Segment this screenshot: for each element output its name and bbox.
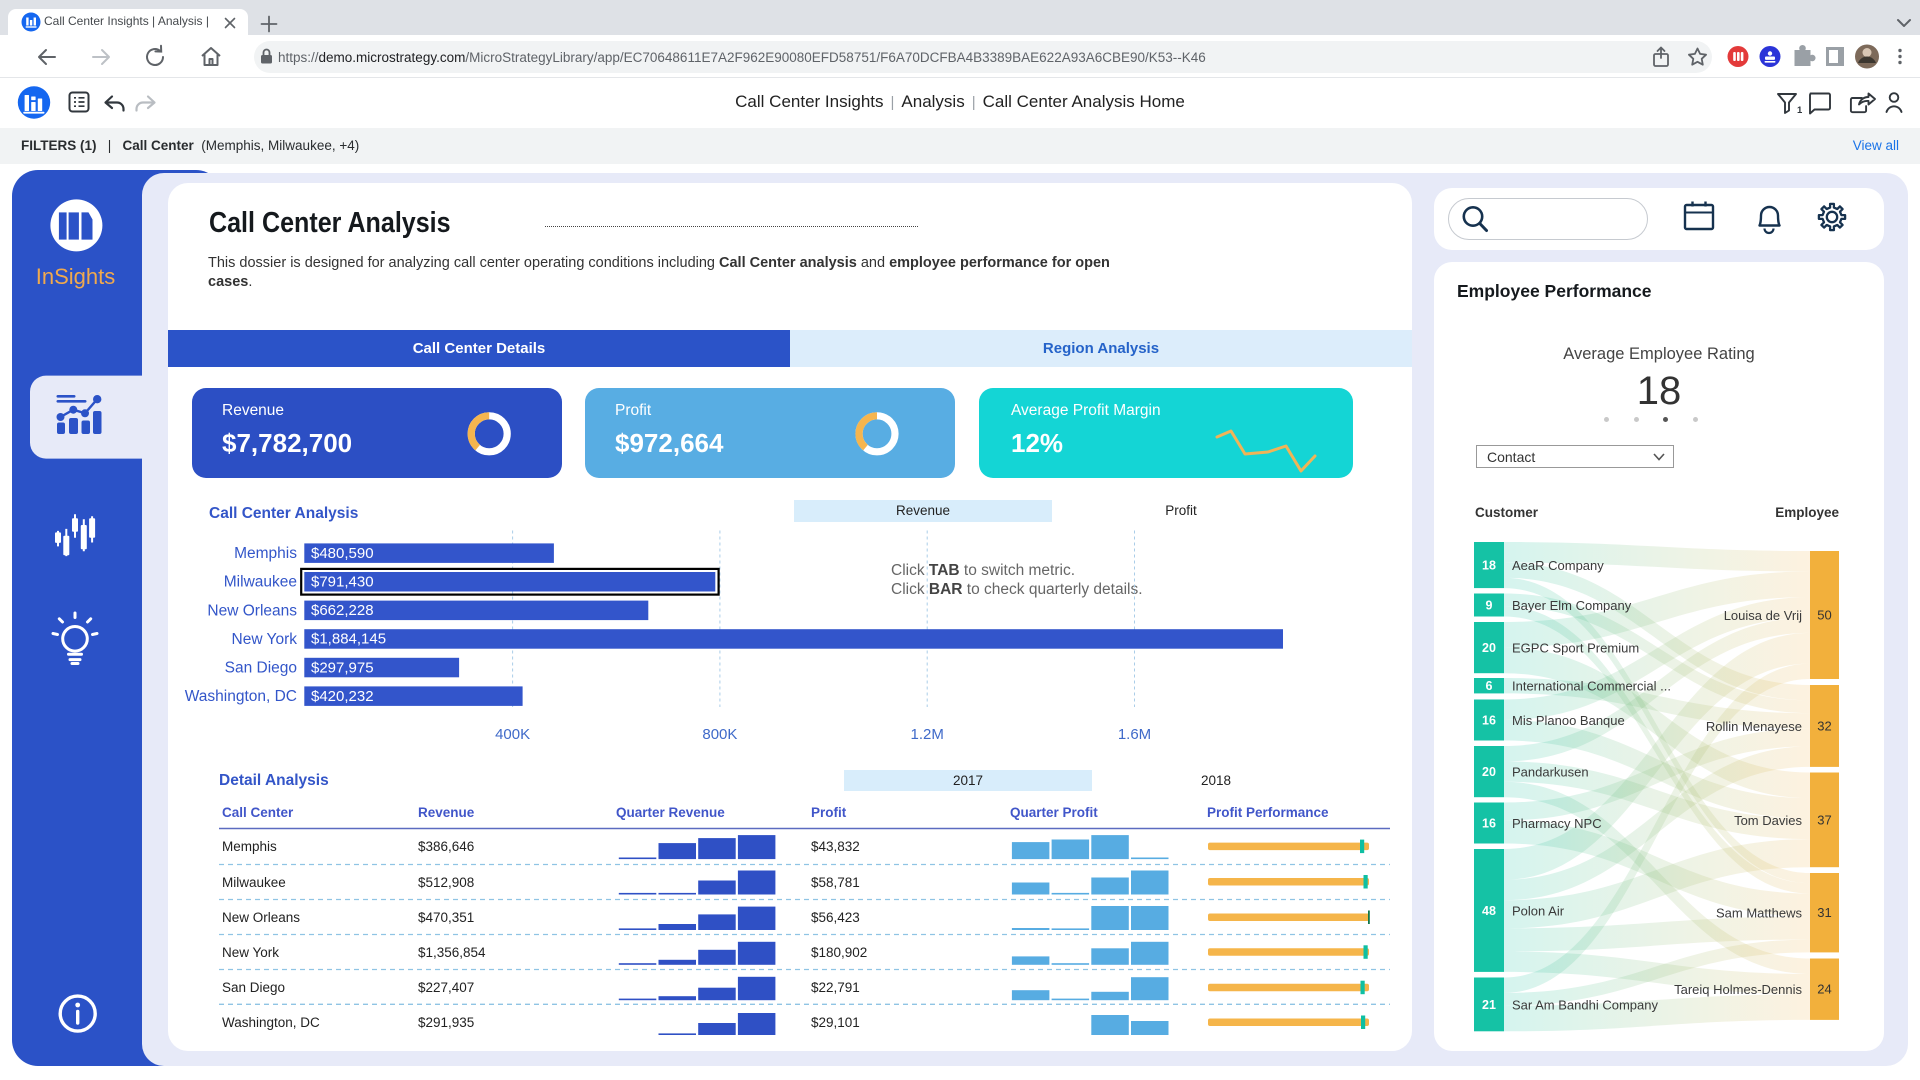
svg-text:20: 20 <box>1482 765 1496 779</box>
svg-text:16: 16 <box>1482 714 1496 728</box>
svg-text:$791,430: $791,430 <box>311 574 374 591</box>
svg-text:$480,590: $480,590 <box>311 545 374 562</box>
svg-text:Sam Matthews: Sam Matthews <box>1716 906 1802 921</box>
svg-text:New York: New York <box>232 631 298 648</box>
svg-text:21: 21 <box>1482 998 1496 1012</box>
svg-text:$662,228: $662,228 <box>311 602 374 619</box>
svg-text:International Commercial ...: International Commercial ... <box>1512 679 1671 694</box>
svg-text:Mis Planoo Banque: Mis Planoo Banque <box>1512 713 1625 728</box>
svg-text:Washington, DC: Washington, DC <box>185 688 297 705</box>
svg-text:Bayer Elm Company: Bayer Elm Company <box>1512 598 1632 613</box>
svg-text:32: 32 <box>1817 719 1831 734</box>
svg-text:16: 16 <box>1482 817 1496 831</box>
svg-text:EGPC Sport Premium: EGPC Sport Premium <box>1512 641 1639 656</box>
svg-text:Pharmacy NPC: Pharmacy NPC <box>1512 816 1602 831</box>
svg-text:Tareiq Holmes-Dennis: Tareiq Holmes-Dennis <box>1674 982 1802 997</box>
svg-text:Polon Air: Polon Air <box>1512 903 1565 918</box>
svg-text:Tom Davies: Tom Davies <box>1734 813 1802 828</box>
svg-text:Milwaukee: Milwaukee <box>224 574 297 591</box>
svg-text:48: 48 <box>1482 904 1496 918</box>
svg-text:Rollin Menayese: Rollin Menayese <box>1706 719 1802 734</box>
svg-text:1.6M: 1.6M <box>1118 726 1151 743</box>
svg-text:400K: 400K <box>495 726 530 743</box>
svg-text:$1,884,145: $1,884,145 <box>311 631 386 648</box>
svg-text:$420,232: $420,232 <box>311 688 374 705</box>
svg-text:9: 9 <box>1486 599 1493 613</box>
svg-text:6: 6 <box>1486 679 1493 693</box>
svg-text:37: 37 <box>1817 812 1831 827</box>
svg-text:Memphis: Memphis <box>234 545 297 562</box>
svg-text:Louisa de Vrij: Louisa de Vrij <box>1724 608 1802 623</box>
svg-text:20: 20 <box>1482 641 1496 655</box>
svg-text:Pandarkusen: Pandarkusen <box>1512 765 1589 780</box>
svg-text:New Orleans: New Orleans <box>207 602 297 619</box>
svg-text:1: 1 <box>1797 105 1803 116</box>
svg-text:AeaR Company: AeaR Company <box>1512 558 1604 573</box>
svg-text:1.2M: 1.2M <box>911 726 944 743</box>
svg-text:18: 18 <box>1482 559 1496 573</box>
svg-text:$297,975: $297,975 <box>311 659 374 676</box>
svg-text:31: 31 <box>1817 905 1831 920</box>
svg-text:InSights: InSights <box>36 264 116 289</box>
svg-text:800K: 800K <box>702 726 737 743</box>
svg-text:Sar Am Bandhi Company: Sar Am Bandhi Company <box>1512 997 1658 1012</box>
svg-text:50: 50 <box>1817 608 1831 623</box>
svg-text:24: 24 <box>1817 982 1831 997</box>
svg-text:San Diego: San Diego <box>225 660 297 677</box>
